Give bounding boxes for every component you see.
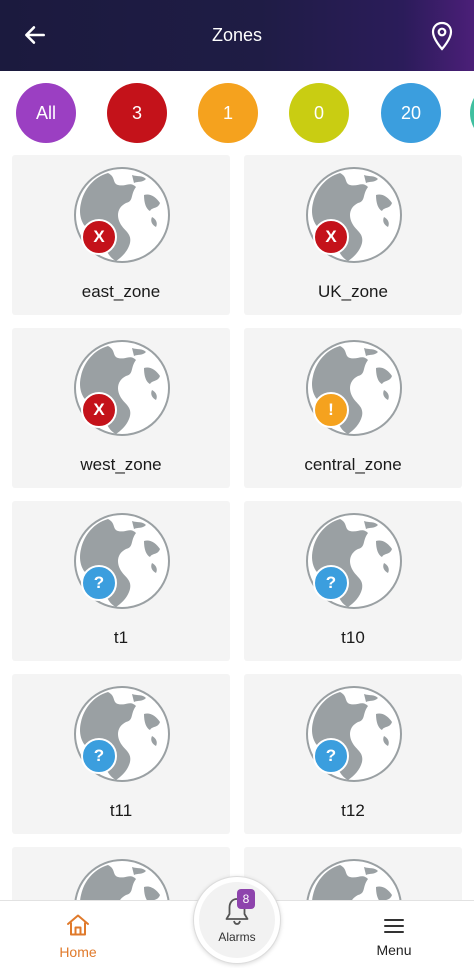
zone-card[interactable]: ? t10	[244, 501, 462, 661]
status-unknown-icon: ?	[313, 565, 349, 601]
filter-more-button[interactable]	[470, 83, 474, 143]
page-title: Zones	[211, 25, 263, 45]
badge-glyph: ?	[325, 573, 337, 592]
zone-card[interactable]: ? t11	[12, 674, 230, 834]
badge-glyph: ?	[93, 746, 105, 765]
filter-label: 0	[313, 102, 324, 123]
nav-menu-button[interactable]: Menu	[356, 917, 432, 958]
zone-name: t12	[341, 801, 365, 820]
zone-card[interactable]: X UK_zone	[244, 155, 462, 315]
filter-label: 20	[400, 102, 422, 123]
zone-card[interactable]: X west_zone	[12, 328, 230, 488]
badge-glyph: ?	[93, 573, 105, 592]
status-filter-bar: All 3 1 0 20	[0, 71, 474, 153]
badge-glyph: X	[93, 400, 105, 419]
status-warning-icon: !	[313, 392, 349, 428]
back-button[interactable]	[20, 20, 50, 50]
badge-glyph: X	[325, 227, 337, 246]
hamburger-menu-icon	[384, 919, 404, 933]
zone-name: t10	[341, 628, 365, 647]
zone-name: west_zone	[80, 455, 162, 474]
filter-minor-button[interactable]: 0	[289, 83, 349, 143]
alarms-label: Alarms	[218, 930, 256, 944]
status-critical-icon: X	[81, 219, 117, 255]
badge-glyph: ?	[325, 746, 337, 765]
arrow-left-icon	[25, 26, 45, 44]
filter-label: All	[35, 102, 56, 123]
zone-name: central_zone	[304, 455, 402, 474]
zone-name: t1	[113, 628, 129, 647]
zone-name: east_zone	[81, 282, 161, 301]
status-critical-icon: X	[81, 392, 117, 428]
badge-glyph: !	[328, 400, 334, 419]
nav-menu-label: Menu	[376, 942, 412, 958]
filter-label: 1	[222, 102, 233, 123]
filter-warning-button[interactable]: 1	[198, 83, 258, 143]
home-icon	[67, 914, 89, 936]
alarm-count-badge: 8	[237, 889, 255, 909]
filter-all-button[interactable]: All	[16, 83, 76, 143]
status-unknown-icon: ?	[313, 738, 349, 774]
zone-name: UK_zone	[318, 282, 388, 301]
alarms-button[interactable]: Alarms 8	[193, 876, 281, 964]
zone-name: t11	[109, 801, 133, 820]
status-unknown-icon: ?	[81, 565, 117, 601]
badge-glyph: X	[93, 227, 105, 246]
status-unknown-icon: ?	[81, 738, 117, 774]
nav-home-button[interactable]: Home	[40, 913, 116, 960]
app-header: Zones	[0, 0, 474, 71]
zone-card[interactable]: X east_zone	[12, 155, 230, 315]
zone-card[interactable]: ! central_zone	[244, 328, 462, 488]
zone-card[interactable]: ? t1	[12, 501, 230, 661]
location-pin-icon	[431, 21, 453, 51]
filter-label: 3	[131, 102, 142, 123]
location-button[interactable]	[428, 20, 456, 52]
filter-critical-button[interactable]: 3	[107, 83, 167, 143]
status-critical-icon: X	[313, 219, 349, 255]
filter-unknown-button[interactable]: 20	[381, 83, 441, 143]
nav-home-label: Home	[59, 944, 97, 960]
zone-card[interactable]: ? t12	[244, 674, 462, 834]
